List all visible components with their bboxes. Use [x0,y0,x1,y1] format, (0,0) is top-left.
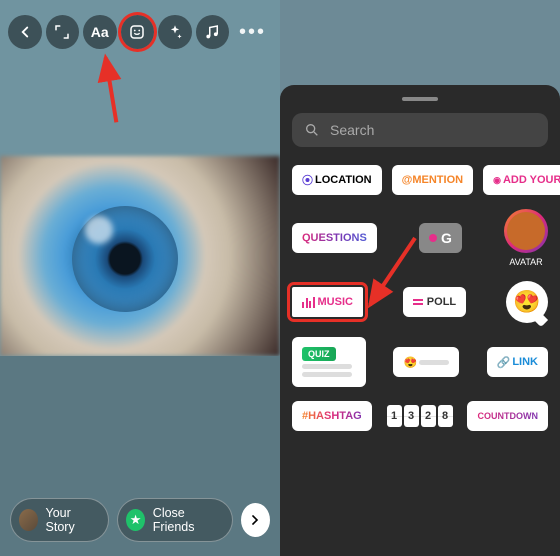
camera-icon: ◉ [493,175,501,186]
effects-button[interactable] [158,15,192,49]
story-editor-panel: Aa ••• Your Story ★ Close Friends [0,0,280,556]
link-icon: 🔗 [497,356,511,369]
search-icon [304,122,320,138]
close-friends-button[interactable]: ★ Close Friends [117,498,233,542]
add-yours-sticker[interactable]: ◉ADD YOURS [483,165,560,195]
star-icon: ★ [126,509,145,531]
emoji-slider-sticker[interactable]: 😍 [393,347,459,377]
avatar-sticker[interactable]: AVATAR [504,209,548,267]
music-sticker[interactable]: MUSIC [292,287,363,317]
sticker-picker-panel: Search ⦿LOCATION @MENTION ◉ADD YOURS QUE… [280,0,560,556]
more-button[interactable]: ••• [233,21,272,44]
avatar-icon [19,509,38,531]
share-row: Your Story ★ Close Friends [10,498,270,542]
your-story-button[interactable]: Your Story [10,498,109,542]
location-pin-icon: ⦿ [302,172,313,188]
sticker-button[interactable] [121,15,155,49]
annotation-arrow-sticker [78,52,148,127]
avatar-icon [507,212,545,250]
search-placeholder: Search [330,122,374,138]
hashtag-sticker[interactable]: #HASHTAG [292,401,372,431]
music-button[interactable] [196,15,230,49]
annotation-arrow-music [360,230,430,325]
drag-handle[interactable] [402,97,438,101]
resize-button[interactable] [46,15,80,49]
close-friends-label: Close Friends [153,506,218,534]
story-image-highlight [85,216,113,244]
music-bars-icon [302,297,315,308]
quiz-sticker[interactable]: QUIZ [292,337,366,387]
countdown-digits[interactable]: 1 3 2 8 [387,405,453,427]
link-sticker[interactable]: 🔗LINK [487,347,548,377]
your-story-label: Your Story [46,506,95,534]
emoji-reaction-sticker[interactable]: 😍 [506,281,548,323]
record-icon [429,234,437,242]
next-button[interactable] [241,503,270,537]
search-input[interactable]: Search [292,113,548,147]
countdown-sticker[interactable]: COUNTDOWN [467,401,548,431]
mention-sticker[interactable]: @MENTION [392,165,473,195]
back-button[interactable] [8,15,42,49]
location-sticker[interactable]: ⦿LOCATION [292,165,382,195]
